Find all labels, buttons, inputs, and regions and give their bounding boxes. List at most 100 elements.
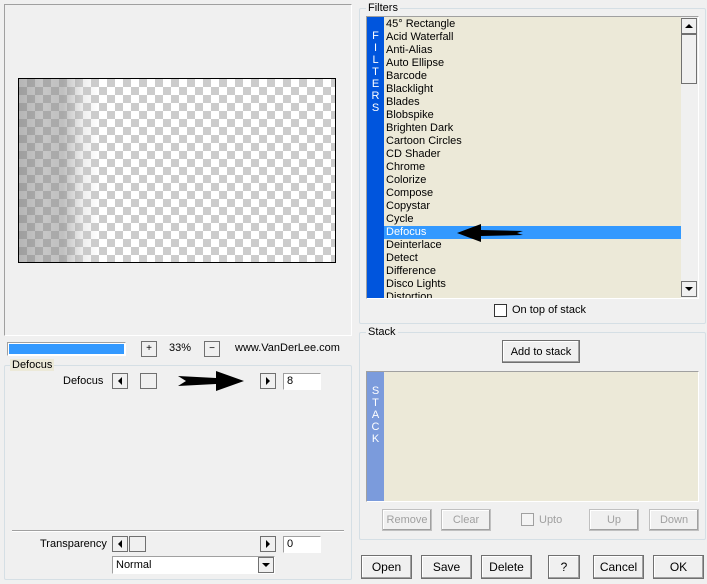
side-letter: T (372, 397, 379, 409)
filter-item[interactable]: Colorize (384, 174, 681, 187)
side-letter: F (372, 30, 379, 42)
remove-button[interactable]: Remove (382, 509, 432, 531)
zoom-out-button[interactable]: − (204, 341, 220, 357)
scroll-down-button[interactable] (681, 281, 697, 297)
filter-item[interactable]: Barcode (384, 70, 681, 83)
arrow-left-icon (118, 377, 122, 385)
zoom-in-button[interactable]: + (141, 341, 157, 357)
scroll-thumb[interactable] (681, 34, 697, 84)
filters-scrollbar[interactable] (681, 17, 698, 298)
ok-button[interactable]: OK (653, 555, 704, 579)
transparency-value-text: 0 (287, 538, 294, 550)
pointer-arrow-icon (457, 224, 523, 242)
filter-item[interactable]: Blacklight (384, 83, 681, 96)
blend-mode-value: Normal (116, 559, 152, 571)
blend-mode-select[interactable]: Normal (112, 556, 275, 574)
on-top-checkbox[interactable] (494, 304, 507, 317)
side-letter: A (371, 409, 380, 421)
filter-item[interactable]: Distortion (384, 291, 681, 298)
filter-item[interactable]: Copystar (384, 200, 681, 213)
stack-group-label: Stack (366, 326, 398, 338)
side-letter: S (371, 102, 380, 114)
filter-item[interactable]: Disco Lights (384, 278, 681, 291)
filter-item[interactable]: 45° Rectangle (384, 18, 681, 31)
arrow-right-small-icon (266, 377, 270, 385)
stack-side-label: STACK (367, 372, 384, 445)
filters-items: 45° Rectangle Acid Waterfall Anti-Alias Aut… (384, 18, 681, 298)
open-button[interactable]: Open (361, 555, 412, 579)
save-label: Save (432, 560, 461, 574)
separator (12, 530, 344, 532)
down-button[interactable]: Down (649, 509, 699, 531)
filter-item[interactable]: Brighten Dark (384, 122, 681, 135)
filter-item[interactable]: Difference (384, 265, 681, 278)
help-label: ? (560, 560, 568, 574)
filters-list[interactable]: FILTERS 45° Rectangle Acid Waterfall Anti-… (366, 16, 699, 299)
transparency-slider-track[interactable] (129, 536, 259, 552)
filters-side-bar: FILTERS (367, 17, 384, 298)
side-letter: K (371, 433, 380, 445)
add-to-stack-button[interactable]: Add to stack (502, 340, 580, 363)
chevron-down-icon[interactable] (258, 557, 274, 573)
add-to-stack-label: Add to stack (510, 345, 572, 358)
side-letter: L (372, 54, 379, 66)
upto-checkbox[interactable] (521, 513, 534, 526)
filter-item[interactable]: Detect (384, 252, 681, 265)
transparency-value-input[interactable]: 0 (283, 536, 321, 553)
stack-side-bar: STACK (367, 372, 384, 501)
clear-button[interactable]: Clear (441, 509, 491, 531)
clear-label: Clear (452, 514, 480, 526)
progress-bar (7, 342, 126, 356)
save-button[interactable]: Save (421, 555, 472, 579)
up-label: Up (606, 514, 622, 526)
cancel-label: Cancel (599, 560, 638, 574)
upto-label[interactable]: Upto (539, 514, 562, 526)
filter-item[interactable]: Defocus (384, 226, 681, 239)
transparency-decrease-button[interactable] (112, 536, 128, 552)
arrow-left-icon (118, 540, 122, 548)
filter-item[interactable]: Blobspike (384, 109, 681, 122)
defocus-slider-thumb[interactable] (140, 373, 157, 389)
side-letter: E (371, 78, 380, 90)
transparency-increase-button[interactable] (260, 536, 276, 552)
arrow-right-small-icon (266, 540, 270, 548)
zoom-value: 33% (169, 342, 192, 354)
on-top-label[interactable]: On top of stack (512, 304, 586, 316)
transparency-slider-thumb[interactable] (129, 536, 146, 552)
transparency-label: Transparency (40, 538, 107, 550)
cancel-button[interactable]: Cancel (593, 555, 644, 579)
filter-item[interactable]: Deinterlace (384, 239, 681, 252)
scroll-up-button[interactable] (681, 18, 697, 34)
arrow-right-icon (178, 371, 244, 391)
filters-side-label: FILTERS (367, 17, 384, 114)
side-letter: T (372, 66, 379, 78)
filter-item[interactable]: Auto Ellipse (384, 57, 681, 70)
filter-item[interactable]: Anti-Alias (384, 44, 681, 57)
arrow-up-icon (685, 24, 693, 28)
help-button[interactable]: ? (548, 555, 580, 579)
defocus-group-label: Defocus (10, 359, 55, 371)
remove-label: Remove (386, 514, 428, 526)
filter-item[interactable]: Cycle (384, 213, 681, 226)
stack-list[interactable]: STACK (366, 371, 699, 502)
up-button[interactable]: Up (589, 509, 639, 531)
filter-item[interactable]: Acid Waterfall (384, 31, 681, 44)
filter-item[interactable]: Chrome (384, 161, 681, 174)
defocus-value-text: 8 (287, 375, 294, 387)
defocus-value-input[interactable]: 8 (283, 373, 321, 390)
open-label: Open (371, 560, 402, 574)
filter-item[interactable]: Blades (384, 96, 681, 109)
zoom-out-label: − (209, 343, 215, 354)
website-link[interactable]: www.VanDerLee.com (235, 342, 340, 354)
preview-image[interactable] (18, 78, 336, 263)
filter-item[interactable]: Compose (384, 187, 681, 200)
side-letter: C (371, 421, 380, 433)
filter-item[interactable]: Cartoon Circles (384, 135, 681, 148)
arrow-down-icon (685, 287, 693, 291)
side-letter: R (371, 90, 380, 102)
defocus-decrease-button[interactable] (112, 373, 128, 389)
filter-item[interactable]: CD Shader (384, 148, 681, 161)
defocus-increase-button[interactable] (260, 373, 276, 389)
down-label: Down (659, 514, 689, 526)
delete-button[interactable]: Delete (481, 555, 532, 579)
